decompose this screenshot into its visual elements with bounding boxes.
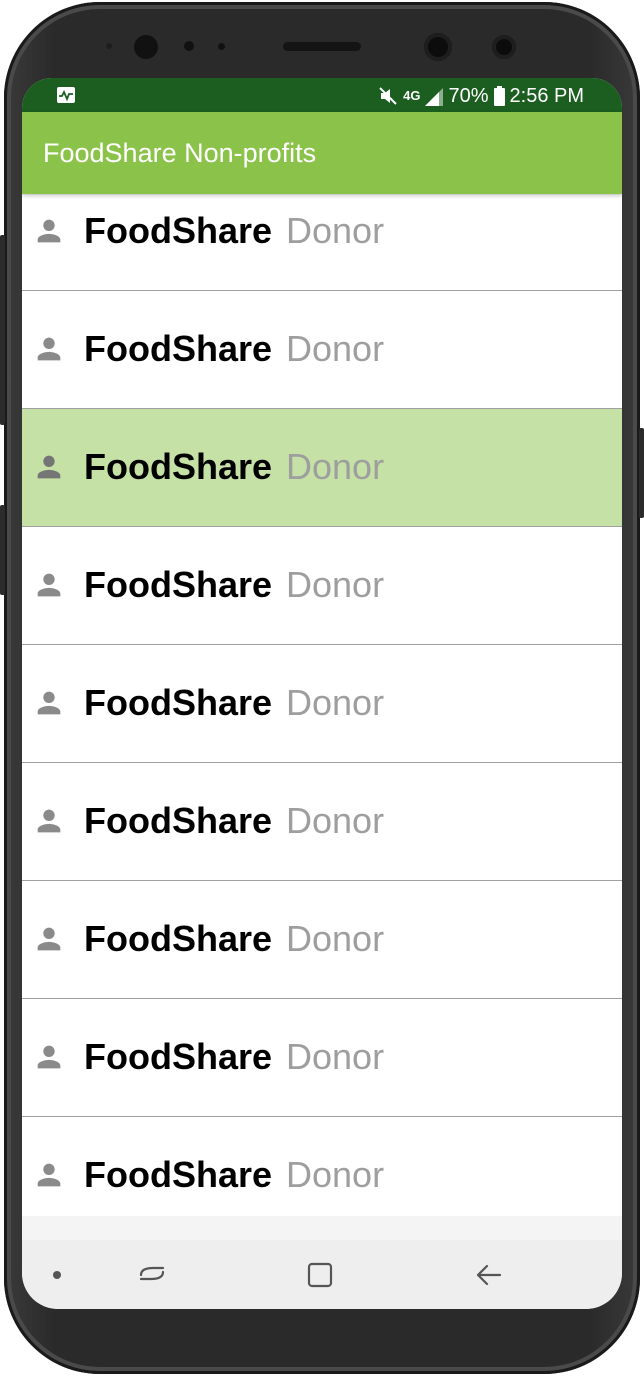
phone-frame: 4G 70% 2:56 PM FoodShare Non-profits Foo…: [0, 0, 644, 1378]
bixby-button: [0, 505, 5, 595]
list-item[interactable]: FoodShare Donor: [22, 645, 622, 763]
person-icon: [37, 455, 61, 479]
person-icon: [37, 573, 61, 597]
activity-monitor-icon: [57, 87, 75, 103]
list-item[interactable]: FoodShare Donor: [22, 194, 622, 291]
person-icon: [37, 219, 61, 243]
network-type: 4G: [403, 88, 421, 103]
list-bottom-edge: [22, 1216, 622, 1240]
list-item-name: FoodShare: [84, 918, 273, 959]
screen: 4G 70% 2:56 PM FoodShare Non-profits Foo…: [22, 78, 622, 1309]
list-item-text: FoodShare Donor: [84, 1155, 384, 1195]
sensor-dot: [184, 41, 194, 51]
volume-button: [0, 235, 5, 425]
list-item-role: Donor: [286, 1154, 385, 1195]
earpiece-speaker: [283, 42, 361, 51]
front-camera: [424, 33, 452, 61]
list-item[interactable]: FoodShare Donor: [22, 1117, 622, 1216]
list-item-role: Donor: [286, 564, 385, 605]
power-button: [639, 428, 644, 518]
list-item-name: FoodShare: [84, 210, 273, 251]
list-item-role: Donor: [286, 328, 385, 369]
battery-percent: 70%: [448, 85, 489, 107]
app-bar: FoodShare Non-profits: [22, 112, 622, 194]
list-item-text: FoodShare Donor: [84, 683, 384, 723]
status-right: 4G 70% 2:56 PM: [378, 84, 584, 108]
recents-icon[interactable]: [137, 1260, 167, 1290]
list-item-name: FoodShare: [84, 328, 273, 369]
home-icon[interactable]: [305, 1260, 335, 1290]
list-item-text: FoodShare Donor: [84, 211, 384, 251]
person-icon: [37, 809, 61, 833]
list-item[interactable]: FoodShare Donor: [22, 527, 622, 645]
back-icon[interactable]: [474, 1260, 504, 1290]
person-icon: [37, 927, 61, 951]
person-icon: [37, 1045, 61, 1069]
list-item-name: FoodShare: [84, 800, 273, 841]
list-item-role: Donor: [286, 210, 385, 251]
battery-icon: [493, 86, 505, 106]
list-item-text: FoodShare Donor: [84, 329, 384, 369]
person-icon: [37, 691, 61, 715]
front-sensor: [134, 35, 158, 59]
status-bar: 4G 70% 2:56 PM: [22, 78, 622, 112]
list-item[interactable]: FoodShare Donor: [22, 881, 622, 999]
list-item-name: FoodShare: [84, 1154, 273, 1195]
sensor-dot: [106, 43, 112, 49]
sensor-dot: [218, 43, 225, 50]
list-item-role: Donor: [286, 918, 385, 959]
list-item-text: FoodShare Donor: [84, 801, 384, 841]
list-item[interactable]: FoodShare Donor: [22, 409, 622, 527]
navigation-bar: [22, 1240, 622, 1309]
list-item-text: FoodShare Donor: [84, 447, 384, 487]
nonprofit-list[interactable]: FoodShare Donor FoodShare Donor FoodShare Don…: [22, 194, 622, 1216]
list-item-text: FoodShare Donor: [84, 1037, 384, 1077]
list-item-text: FoodShare Donor: [84, 919, 384, 959]
list-item-name: FoodShare: [84, 446, 273, 487]
person-icon: [37, 1163, 61, 1187]
mute-icon: [379, 87, 397, 105]
list-item-role: Donor: [286, 682, 385, 723]
clock: 2:56 PM: [509, 85, 584, 107]
list-item-name: FoodShare: [84, 564, 273, 605]
nav-dot-icon[interactable]: [42, 1260, 72, 1290]
list-item-name: FoodShare: [84, 1036, 273, 1077]
list-item[interactable]: FoodShare Donor: [22, 763, 622, 881]
iris-sensor: [492, 35, 516, 59]
page-title: FoodShare Non-profits: [43, 138, 317, 168]
list-item-role: Donor: [286, 800, 385, 841]
list-item-role: Donor: [286, 446, 385, 487]
list-item-role: Donor: [286, 1036, 385, 1077]
signal-icon: [425, 88, 444, 106]
list-item-name: FoodShare: [84, 682, 273, 723]
person-icon: [37, 337, 61, 361]
list-item[interactable]: FoodShare Donor: [22, 999, 622, 1117]
list-item[interactable]: FoodShare Donor: [22, 291, 622, 409]
list-item-text: FoodShare Donor: [84, 565, 384, 605]
